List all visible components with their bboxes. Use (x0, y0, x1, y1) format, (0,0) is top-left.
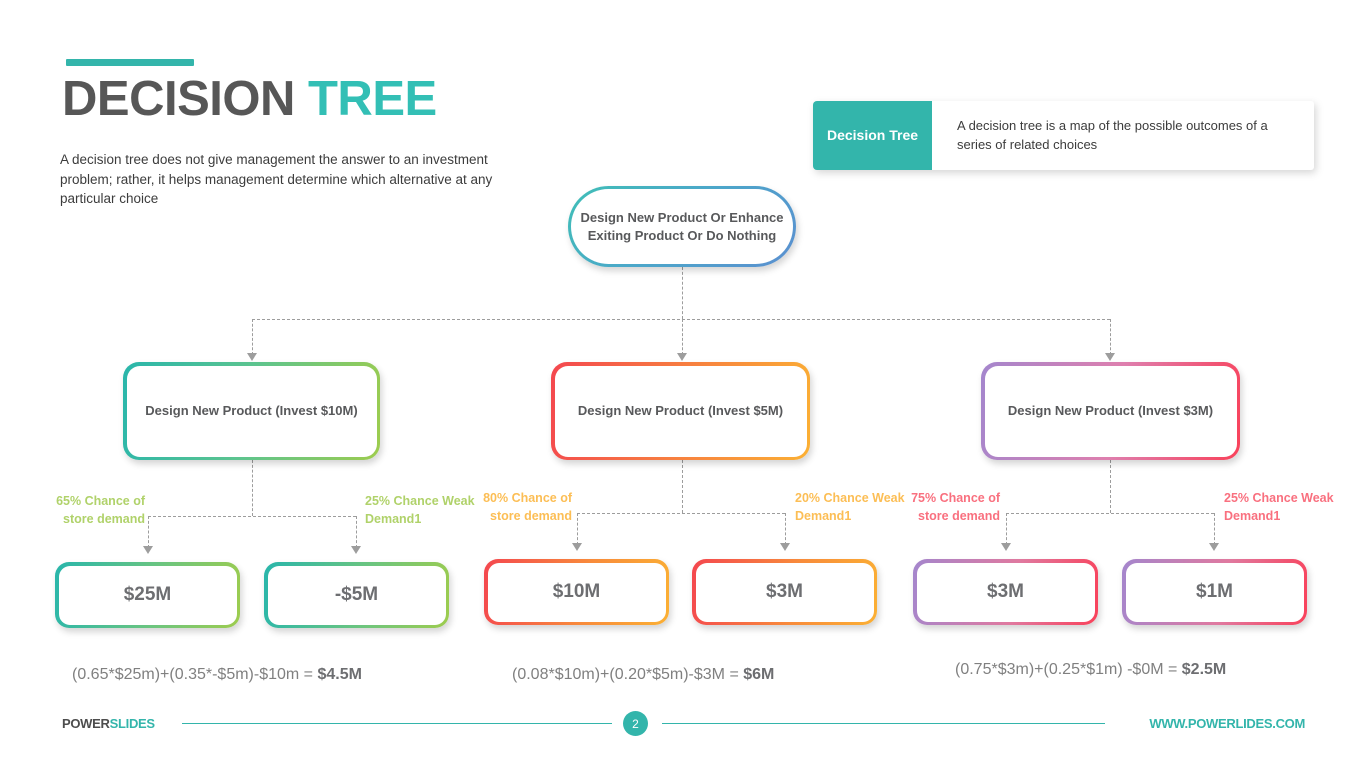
arrow-b1-leaf-left (143, 546, 153, 554)
tree-node-outcome-b2-left[interactable]: $10M (484, 559, 669, 625)
connector-b3-bar (1006, 513, 1214, 514)
connector-drop-branch-3 (1110, 319, 1111, 355)
arrow-b2-leaf-right (780, 543, 790, 551)
formula-branch-3: (0.75*$3m)+(0.25*$1m) -$0M = $2.5M (955, 661, 1226, 679)
connector-b1-bar (148, 516, 356, 517)
footer-divider-left (182, 723, 612, 724)
chance-label-b3-right: 25% Chance Weak Demand1 (1224, 491, 1334, 524)
footer-divider-right (662, 723, 1105, 724)
tree-node-decision-2-label: Design New Product (Invest $5M) (554, 365, 807, 457)
tree-node-decision-1[interactable]: Design New Product (Invest $10M) (123, 362, 380, 460)
connector-b3-drop-left (1006, 513, 1007, 545)
arrow-b3-leaf-right (1209, 543, 1219, 551)
tree-node-outcome-b3-right[interactable]: $1M (1122, 559, 1307, 625)
formula-branch-1: (0.65*$25m)+(0.35*-$5m)-$10m = $4.5M (72, 666, 362, 684)
decision-tree-callout: Decision Tree A decision tree is a map o… (813, 101, 1314, 170)
tree-node-outcome-b3-left-value: $3M (916, 562, 1095, 622)
footer-logo-teal: SLIDES (109, 716, 155, 731)
tree-node-decision-3[interactable]: Design New Product (Invest $3M) (981, 362, 1240, 460)
connector-b1-drop-right (356, 516, 357, 548)
tree-node-outcome-b3-left[interactable]: $3M (913, 559, 1098, 625)
footer-url[interactable]: WWW.POWERLIDES.COM (1149, 716, 1305, 731)
chance-label-b2-left: 80% Chance of store demand (483, 491, 572, 524)
page-title-main: DECISION (62, 72, 295, 126)
connector-b3-drop-right (1214, 513, 1215, 545)
arrow-b2-leaf-left (572, 543, 582, 551)
page-title: DECISION TREE (62, 72, 437, 127)
tree-node-root-label: Design New Product Or Enhance Exiting Pr… (571, 189, 793, 264)
connector-distribution-bar (252, 319, 1110, 320)
tree-node-outcome-b1-right[interactable]: -$5M (264, 562, 449, 628)
formula-branch-3-expression: (0.75*$3m)+(0.25*$1m) -$0M = (955, 661, 1178, 678)
title-accent-bar (66, 59, 194, 66)
chance-label-b3-left: 75% Chance of store demand (911, 491, 1000, 524)
slide-canvas: DECISION TREE A decision tree does not g… (0, 0, 1365, 767)
connector-b2-drop-left (577, 513, 578, 545)
tree-node-outcome-b2-left-value: $10M (487, 562, 666, 622)
connector-b1-drop-left (148, 516, 149, 548)
connector-b2-stub (682, 460, 683, 513)
formula-branch-1-result: $4.5M (317, 666, 362, 683)
page-title-accent: TREE (308, 72, 437, 126)
arrow-b3-leaf-left (1001, 543, 1011, 551)
footer-page-number: 2 (623, 711, 648, 736)
tree-node-outcome-b1-left[interactable]: $25M (55, 562, 240, 628)
tree-node-root[interactable]: Design New Product Or Enhance Exiting Pr… (568, 186, 796, 267)
connector-b1-stub (252, 460, 253, 516)
tree-node-outcome-b1-left-value: $25M (58, 565, 237, 625)
callout-body-text: A decision tree is a map of the possible… (932, 101, 1314, 170)
arrow-branch-1 (247, 353, 257, 361)
formula-branch-2-expression: (0.08*$10m)+(0.20*$5m)-$3M = (512, 666, 739, 683)
tree-node-decision-3-label: Design New Product (Invest $3M) (984, 365, 1237, 457)
intro-paragraph: A decision tree does not give management… (60, 152, 493, 207)
tree-node-outcome-b3-right-value: $1M (1125, 562, 1304, 622)
arrow-branch-2 (677, 353, 687, 361)
tree-node-decision-2[interactable]: Design New Product (Invest $5M) (551, 362, 810, 460)
connector-b2-drop-right (785, 513, 786, 545)
chance-label-b1-left: 65% Chance of store demand (56, 494, 145, 527)
formula-branch-1-expression: (0.65*$25m)+(0.35*-$5m)-$10m = (72, 666, 314, 683)
connector-drop-branch-2 (682, 319, 683, 355)
footer-logo-dark: POWER (62, 716, 110, 731)
footer-logo[interactable]: POWERSLIDES (62, 716, 155, 731)
formula-branch-2: (0.08*$10m)+(0.20*$5m)-$3M = $6M (512, 666, 774, 684)
connector-b3-stub (1110, 460, 1111, 513)
tree-node-outcome-b2-right-value: $3M (695, 562, 874, 622)
tree-node-outcome-b2-right[interactable]: $3M (692, 559, 877, 625)
tree-node-outcome-b1-right-value: -$5M (267, 565, 446, 625)
arrow-branch-3 (1105, 353, 1115, 361)
callout-tab-label: Decision Tree (813, 101, 932, 170)
tree-node-decision-1-label: Design New Product (Invest $10M) (126, 365, 377, 457)
arrow-b1-leaf-right (351, 546, 361, 554)
connector-b2-bar (577, 513, 785, 514)
connector-drop-branch-1 (252, 319, 253, 355)
connector-root-stub (682, 267, 683, 319)
formula-branch-2-result: $6M (743, 666, 775, 683)
formula-branch-3-result: $2.5M (1181, 661, 1227, 678)
